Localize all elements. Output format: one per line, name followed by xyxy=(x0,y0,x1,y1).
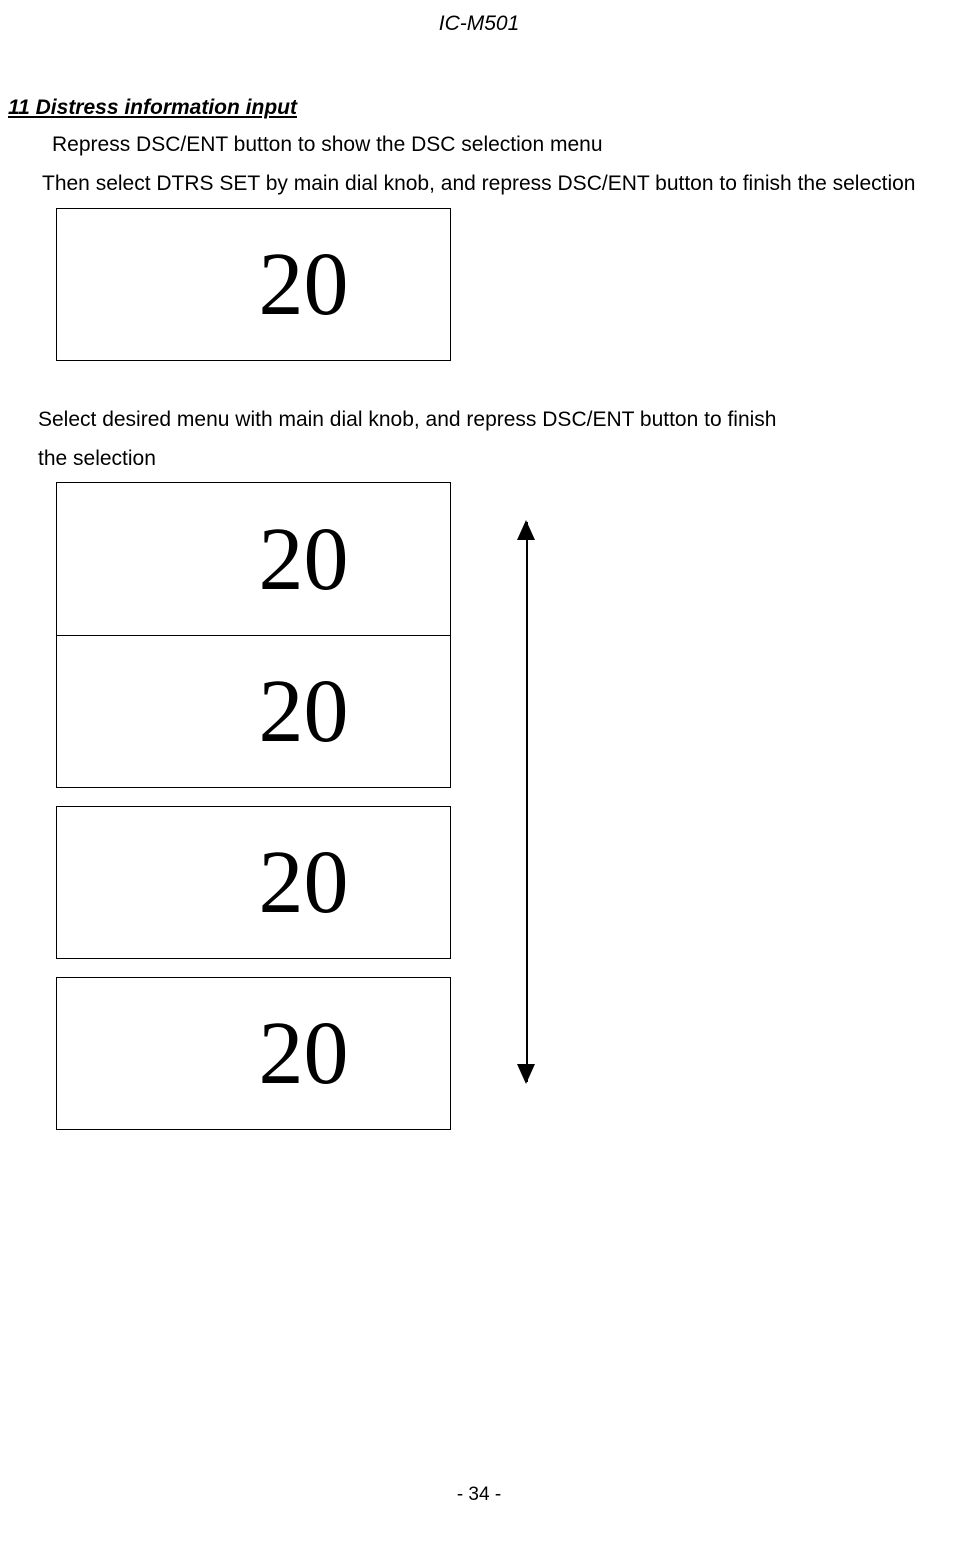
section-heading: 11 Distress information input xyxy=(8,96,958,120)
display-value-3: 20 xyxy=(259,660,349,763)
display-value-4: 20 xyxy=(259,831,349,934)
step3-line1: Select desired menu with main dial knob,… xyxy=(38,401,958,440)
lcd-display-5: 20 xyxy=(56,977,451,1130)
lcd-display-2: 20 xyxy=(56,482,451,635)
lcd-display-3: 20 xyxy=(56,635,451,788)
lcd-display-4: 20 xyxy=(56,806,451,959)
header-model: IC-M501 xyxy=(0,0,958,36)
display-value-5: 20 xyxy=(259,1002,349,1105)
display-value-2: 20 xyxy=(259,508,349,611)
display-value-1: 20 xyxy=(259,233,349,336)
step3-line2: the selection xyxy=(38,440,958,479)
page-number: - 34 - xyxy=(0,1484,958,1506)
step2-text: Then select DTRS SET by main dial knob, … xyxy=(42,165,948,204)
lcd-display-1: 20 xyxy=(56,208,451,361)
step1-text: Repress DSC/ENT button to show the DSC s… xyxy=(52,126,958,165)
scroll-arrow-icon xyxy=(486,522,566,1082)
